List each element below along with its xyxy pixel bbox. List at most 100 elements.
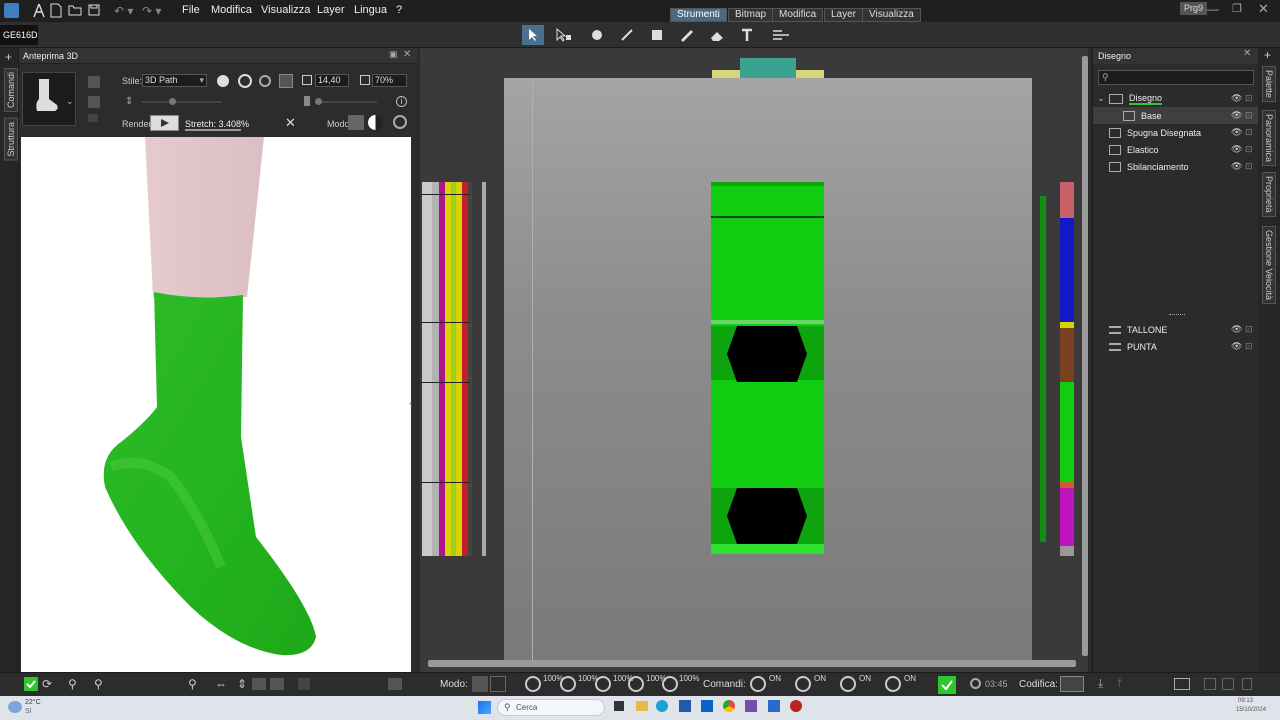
start-icon[interactable] <box>478 701 491 714</box>
eye-icon[interactable]: 👁 <box>1231 110 1242 121</box>
stile-select[interactable]: 3D Path ▾ <box>142 74 207 87</box>
info-icon[interactable]: i <box>396 96 407 107</box>
lock-icon[interactable]: ⊡ <box>1245 324 1253 335</box>
line-tool-icon[interactable] <box>616 25 638 45</box>
tab-proprieta[interactable]: Proprietà <box>1262 172 1276 217</box>
panel-close-icon[interactable]: ✕ <box>403 49 411 60</box>
mode-toggle-icon-1[interactable] <box>525 676 541 692</box>
add-panel-icon[interactable]: + <box>1264 48 1271 62</box>
new-file-icon[interactable] <box>50 3 62 18</box>
eye-icon[interactable]: 👁 <box>1231 127 1242 138</box>
taskbar-search[interactable]: ⚲ Cerca <box>497 699 605 716</box>
eraser-tool-icon[interactable] <box>706 25 728 45</box>
lock-icon[interactable] <box>88 76 100 88</box>
command-toggle-icon-4[interactable] <box>885 676 901 692</box>
lock-icon[interactable]: ⊡ <box>1245 110 1253 121</box>
preview-3d-viewport[interactable] <box>21 137 411 672</box>
zoom-fit-icon[interactable]: ⚲ <box>188 677 197 691</box>
restore-icon[interactable]: ❐ <box>1232 2 1242 15</box>
render-play-button[interactable] <box>150 115 179 131</box>
splitter-handle[interactable] <box>1169 314 1185 316</box>
layer-row[interactable]: TALLONE 👁 ⊡ <box>1093 321 1259 338</box>
layers-stack-icon[interactable] <box>1174 678 1190 690</box>
cursor-mode-icon[interactable] <box>490 676 506 692</box>
menu-layer[interactable]: Layer <box>317 4 345 16</box>
rotate-icon[interactable] <box>238 74 252 88</box>
layer-row[interactable]: PUNTA 👁 ⊡ <box>1093 338 1259 355</box>
menu-lingua[interactable]: Lingua <box>354 4 387 16</box>
compass-icon[interactable] <box>32 3 46 18</box>
codifica-button[interactable] <box>1060 676 1084 692</box>
horizontal-scrollbar[interactable] <box>428 660 1076 667</box>
tab-comandi[interactable]: Comandi <box>4 68 18 113</box>
text-tool-icon[interactable] <box>736 25 758 45</box>
file-explorer-icon[interactable] <box>636 701 648 711</box>
layer-search-input[interactable]: ⚲ <box>1098 70 1254 85</box>
menu-visualizza[interactable]: Visualizza <box>261 4 310 16</box>
app-icon-2[interactable] <box>745 700 757 712</box>
import-icon[interactable]: ⤓ <box>1098 676 1103 691</box>
light-slider-thumb[interactable] <box>169 98 176 105</box>
tab-bitmap[interactable]: Bitmap <box>728 8 774 22</box>
vertical-fit-icon[interactable]: ⇕ <box>237 677 247 691</box>
menu-help[interactable]: ? <box>396 4 402 16</box>
duplicate-layer-icon[interactable] <box>1222 678 1234 690</box>
size-input[interactable]: 14,40 <box>315 74 349 87</box>
command-toggle-icon-2[interactable] <box>795 676 811 692</box>
eye-icon[interactable]: 👁 <box>1231 144 1242 155</box>
minimize-icon[interactable]: — <box>1207 2 1219 16</box>
tab-layer[interactable]: Layer <box>824 8 864 22</box>
mode-toggle-icon-3[interactable] <box>595 676 611 692</box>
reset-view-icon[interactable] <box>393 115 407 129</box>
vertical-move-icon[interactable]: ⇕ <box>125 96 133 107</box>
tab-gestione-velocita[interactable]: Gestione Velocità <box>1262 226 1276 305</box>
open-folder-icon[interactable] <box>68 4 82 16</box>
layer-row[interactable]: Base 👁 ⊡ <box>1093 107 1259 124</box>
mode-toggle-icon-2[interactable] <box>560 676 576 692</box>
cancel-render-icon[interactable]: ✕ <box>285 115 296 131</box>
circle-tool-icon[interactable] <box>586 25 608 45</box>
app-icon-3[interactable] <box>768 700 780 712</box>
app-icon-4[interactable] <box>790 700 802 712</box>
mode-toggle-icon-5[interactable] <box>662 676 678 692</box>
menu-modifica[interactable]: Modifica <box>211 4 252 16</box>
weather-icon[interactable] <box>8 701 22 713</box>
save-icon[interactable] <box>88 4 100 16</box>
add-panel-icon[interactable]: + <box>5 50 12 64</box>
mode-toggle-icon-4[interactable] <box>628 676 644 692</box>
horizontal-fit-icon[interactable]: ⇔ <box>215 677 227 691</box>
apply-check-icon[interactable] <box>938 676 956 694</box>
command-toggle-icon-1[interactable] <box>750 676 766 692</box>
tab-struttura[interactable]: Struttura <box>4 118 18 161</box>
eye-icon[interactable]: 👁 <box>1231 324 1242 335</box>
edge-icon[interactable] <box>656 700 668 712</box>
lock-icon[interactable]: ⊡ <box>1245 341 1253 352</box>
command-toggle-icon-3[interactable] <box>840 676 856 692</box>
lock-icon[interactable]: ⊡ <box>1245 161 1253 172</box>
delete-layer-icon[interactable] <box>1242 678 1252 690</box>
tab-panoramica[interactable]: Panoramica <box>1262 110 1276 167</box>
texture-mode-icon[interactable] <box>348 115 364 130</box>
light-slider[interactable] <box>142 101 222 103</box>
outlook-icon[interactable] <box>701 700 713 712</box>
lock-icon[interactable]: ⊡ <box>1245 144 1253 155</box>
panel-close-icon[interactable]: ✕ <box>1243 48 1251 59</box>
contrast-mode-icon[interactable] <box>368 115 383 130</box>
collapse-panel-icon[interactable]: ‹ <box>409 398 412 409</box>
redo-icon[interactable]: ↷ ▾ <box>142 4 161 18</box>
tab-strumenti[interactable]: Strumenti <box>670 8 727 22</box>
lock-icon[interactable]: ⊡ <box>1245 127 1253 138</box>
camera-icon[interactable] <box>388 678 402 690</box>
close-icon[interactable]: ✕ <box>1258 1 1269 17</box>
undo-icon[interactable]: ↶ ▾ <box>114 4 133 18</box>
refresh-icon[interactable]: ⟳ <box>42 677 52 691</box>
rectangle-tool-icon[interactable] <box>646 25 668 45</box>
layer-row[interactable]: ⌄ Disegno 👁 ⊡ <box>1093 90 1259 107</box>
select-arrow-icon[interactable] <box>522 25 544 45</box>
pencil-mode-icon[interactable] <box>472 676 488 692</box>
layer-row[interactable]: Sbilanciamento 👁 ⊡ <box>1093 158 1259 175</box>
new-layer-icon[interactable] <box>1204 678 1216 690</box>
tab-modifica[interactable]: Modifica <box>772 8 824 22</box>
zoom-out-icon[interactable]: ⚲ <box>94 677 103 691</box>
sock-pattern[interactable] <box>711 182 824 554</box>
